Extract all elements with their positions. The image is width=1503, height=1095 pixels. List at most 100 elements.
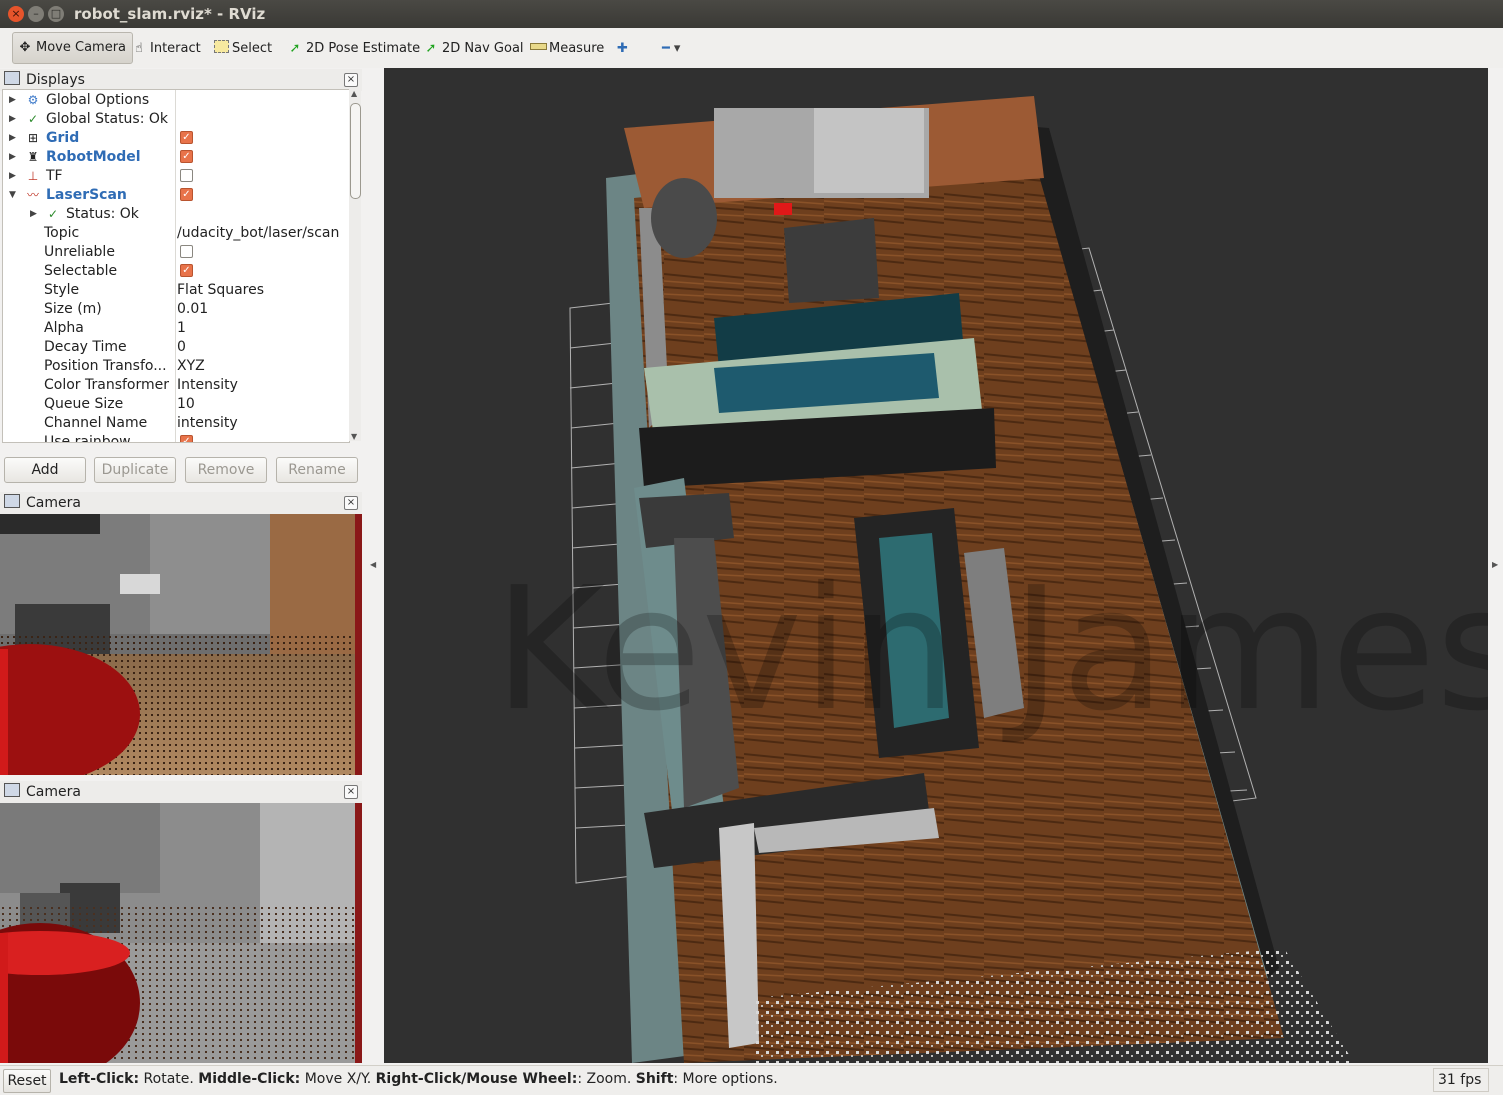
row-value[interactable]: 0.01	[177, 300, 208, 319]
camera-image-view[interactable]	[0, 514, 362, 775]
expand-arrow-icon[interactable]: ▶	[9, 148, 19, 167]
row-value[interactable]: intensity	[177, 414, 238, 433]
row-value[interactable]: Intensity	[177, 376, 238, 395]
measure-tool[interactable]: Measure	[530, 39, 604, 59]
expand-arrow-icon[interactable]: ▶	[9, 110, 19, 129]
hint-text: Left-Click:	[59, 1071, 140, 1087]
hint-text: Shift	[635, 1071, 674, 1087]
move-camera-label: Move Camera	[36, 40, 127, 55]
row-label: Topic	[44, 225, 80, 241]
tree-row-unreliable[interactable]: Unreliable	[3, 243, 349, 262]
enable-checkbox[interactable]: ✓	[180, 188, 193, 201]
close-icon[interactable]: ×	[344, 73, 358, 87]
row-value[interactable]: XYZ	[177, 357, 205, 376]
camera-image-view[interactable]	[0, 803, 362, 1063]
nav-goal-label: 2D Nav Goal	[442, 41, 524, 56]
enable-checkbox[interactable]	[180, 169, 193, 182]
scroll-up-icon[interactable]: ▲	[351, 89, 357, 98]
row-value[interactable]: 10	[177, 395, 195, 414]
expand-arrow-icon[interactable]: ▶	[9, 91, 19, 110]
option-checkbox[interactable]: ✓	[180, 264, 193, 277]
close-icon[interactable]: ×	[344, 496, 358, 510]
window-maximize-button[interactable]: □	[48, 6, 64, 22]
right-panel-expand-icon[interactable]: ▶	[1492, 560, 1498, 569]
move-camera-tool[interactable]: ✥ Move Camera	[12, 32, 134, 64]
hint-text: : Zoom.	[577, 1071, 636, 1087]
fps-counter: 31 fps	[1433, 1068, 1489, 1092]
tree-row-tf[interactable]: ▶ ⊥ TF	[3, 167, 349, 186]
tree-row-global-options[interactable]: ▶ ⚙ Global Options	[3, 91, 349, 110]
expand-arrow-icon[interactable]: ▶	[9, 167, 19, 186]
green-arrow-icon: ➚	[425, 41, 437, 56]
gear-icon: ⚙	[27, 93, 39, 107]
enable-checkbox[interactable]: ✓	[180, 150, 193, 163]
tree-row-decay-time[interactable]: Decay Time 0	[3, 338, 349, 357]
interact-label: Interact	[150, 41, 201, 56]
row-label: Status: Ok	[66, 206, 139, 222]
row-label: Grid	[46, 130, 80, 146]
row-label: Global Options	[46, 92, 150, 108]
render-viewport[interactable]: Kevin James	[384, 68, 1488, 1063]
tree-row-size[interactable]: Size (m) 0.01	[3, 300, 349, 319]
duplicate-display-button[interactable]: Duplicate	[94, 457, 176, 483]
displays-scrollbar[interactable]: ▲ ▼	[349, 89, 361, 441]
select-tool[interactable]: Select	[213, 39, 272, 59]
row-label: LaserScan	[46, 187, 127, 203]
tree-row-use-rainbow[interactable]: Use rainbow ✓	[3, 433, 349, 442]
row-value[interactable]: 0	[177, 338, 186, 357]
tree-row-status[interactable]: ▶ ✓ Status: Ok	[3, 205, 349, 224]
tree-row-alpha[interactable]: Alpha 1	[3, 319, 349, 338]
scrollbar-thumb[interactable]	[350, 103, 361, 199]
option-checkbox[interactable]	[180, 245, 193, 258]
select-box-icon	[213, 39, 229, 59]
rename-display-button[interactable]: Rename	[276, 457, 358, 483]
remove-tool-button[interactable]: ━ ▾	[662, 39, 680, 59]
measure-label: Measure	[549, 41, 605, 56]
add-tool-button[interactable]: ✚	[617, 39, 628, 59]
option-checkbox[interactable]: ✓	[180, 435, 193, 442]
camera-icon	[4, 783, 20, 797]
expand-arrow-icon[interactable]: ▶	[9, 129, 19, 148]
scroll-down-icon[interactable]: ▼	[351, 432, 357, 441]
panel-splitter-handle[interactable]: ◀	[370, 560, 376, 569]
minus-icon: ━	[662, 41, 670, 56]
tree-row-queue-size[interactable]: Queue Size 10	[3, 395, 349, 414]
window-minimize-button[interactable]: –	[28, 6, 44, 22]
row-label: Alpha	[44, 320, 84, 336]
row-label: Decay Time	[44, 339, 127, 355]
add-display-button[interactable]: Add	[4, 457, 86, 483]
tree-row-topic[interactable]: Topic /udacity_bot/laser/scan	[3, 224, 349, 243]
viewport-watermark: Kevin James	[494, 551, 1488, 749]
interact-tool[interactable]: ☝ Interact	[131, 39, 201, 59]
window-close-button[interactable]: ×	[8, 6, 24, 22]
tree-row-position-transformer[interactable]: Position Transfo... XYZ	[3, 357, 349, 376]
plus-icon: ✚	[617, 41, 628, 56]
window-titlebar: × – □ robot_slam.rviz* - RViz	[0, 0, 1503, 28]
tree-row-color-transformer[interactable]: Color Transformer Intensity	[3, 376, 349, 395]
tree-row-grid[interactable]: ▶ ⊞ Grid ✓	[3, 129, 349, 148]
pose-estimate-tool[interactable]: ➚ 2D Pose Estimate	[287, 39, 421, 59]
tree-row-global-status[interactable]: ▶ ✓ Global Status: Ok	[3, 110, 349, 129]
grid-icon: ⊞	[27, 131, 39, 145]
nav-goal-tool[interactable]: ➚ 2D Nav Goal	[423, 39, 524, 59]
tree-row-selectable[interactable]: Selectable ✓	[3, 262, 349, 281]
close-icon[interactable]: ×	[344, 785, 358, 799]
checkmark-icon: ✓	[47, 207, 59, 221]
expand-arrow-icon[interactable]: ▶	[30, 205, 40, 224]
camera-panel-header: Camera ×	[0, 492, 362, 514]
tree-row-robotmodel[interactable]: ▶ ♜ RobotModel ✓	[3, 148, 349, 167]
robot-icon: ♜	[27, 150, 39, 164]
camera-panel-header: Camera ×	[0, 781, 362, 803]
reset-view-button[interactable]: Reset	[3, 1069, 51, 1093]
displays-panel-header: Displays ×	[0, 69, 362, 91]
enable-checkbox[interactable]: ✓	[180, 131, 193, 144]
row-value[interactable]: 1	[177, 319, 186, 338]
chevron-down-icon: ▾	[673, 41, 681, 56]
collapse-arrow-icon[interactable]: ▼	[9, 186, 19, 205]
remove-display-button[interactable]: Remove	[185, 457, 267, 483]
row-value[interactable]: Flat Squares	[177, 281, 264, 300]
tree-row-style[interactable]: Style Flat Squares	[3, 281, 349, 300]
row-value[interactable]: /udacity_bot/laser/scan	[177, 224, 339, 243]
tree-row-channel-name[interactable]: Channel Name intensity	[3, 414, 349, 433]
tree-row-laserscan[interactable]: ▼ 〰 LaserScan ✓	[3, 186, 349, 205]
